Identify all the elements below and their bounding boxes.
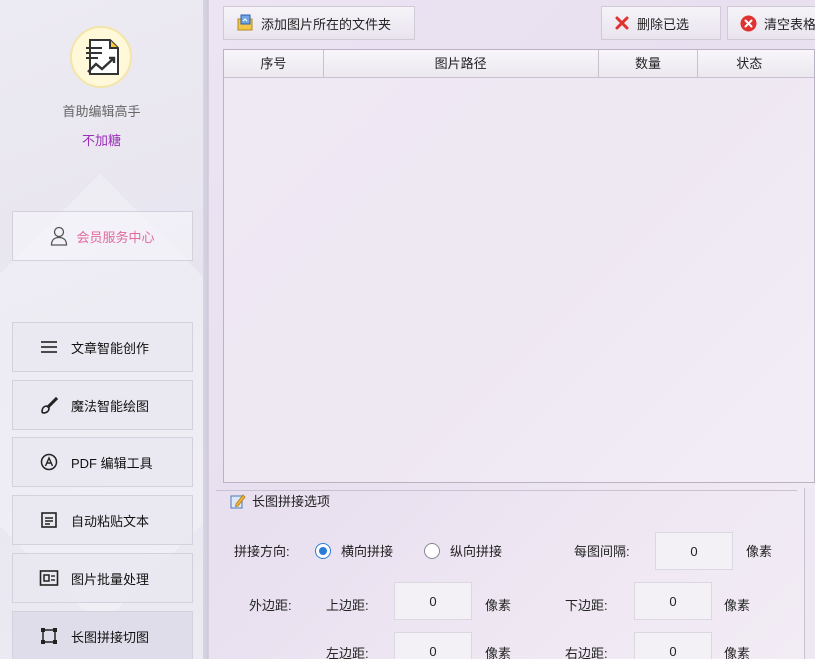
bottom-margin-unit: 像素 <box>724 598 751 613</box>
options-title: 长图拼接选项 <box>252 494 331 509</box>
column-header-path[interactable]: 图片路径 <box>324 50 599 78</box>
bottom-margin-input[interactable]: 0 <box>634 582 712 620</box>
sidebar-item-paste[interactable]: 自动粘贴文本 <box>12 495 193 545</box>
right-margin-input[interactable]: 0 <box>634 632 712 659</box>
secondary-panel-edge <box>804 488 815 659</box>
sidebar: 首助编辑高手 不加糖 会员服务中心 文章智能创作 魔法智能绘图 PDF 编辑工具… <box>0 0 209 659</box>
member-center-label: 会员服务中心 <box>76 229 155 245</box>
top-margin-unit: 像素 <box>485 598 512 613</box>
sidebar-item-drawing[interactable]: 魔法智能绘图 <box>12 380 193 430</box>
table-header: 序号 图片路径 数量 状态 <box>224 50 814 78</box>
menu-lines-icon <box>39 337 59 357</box>
sidebar-item-label: 自动粘贴文本 <box>71 513 150 529</box>
image-batch-icon <box>39 568 59 588</box>
column-header-status[interactable]: 状态 <box>698 50 814 78</box>
delete-selected-label: 删除已选 <box>637 16 690 32</box>
folder-add-icon <box>237 14 253 31</box>
clear-table-button[interactable]: 清空表格 <box>727 6 815 40</box>
options-header: 长图拼接选项 <box>226 489 334 512</box>
brush-icon <box>39 395 59 415</box>
gap-input[interactable]: 0 <box>655 532 733 570</box>
app-logo <box>70 26 132 88</box>
sidebar-item-label: PDF 编辑工具 <box>71 455 153 471</box>
image-table[interactable]: 序号 图片路径 数量 状态 <box>223 49 815 483</box>
vertical-label[interactable]: 纵向拼接 <box>450 541 502 560</box>
sidebar-item-label: 长图拼接切图 <box>71 629 150 645</box>
bottom-margin-label: 下边距: <box>565 598 608 613</box>
main-panel: 添加图片所在的文件夹 删除已选 清空表格 序号 图片路径 数量 状态 长图拼接选… <box>209 0 815 659</box>
stitch-options-panel: 长图拼接选项 拼接方向: 横向拼接 纵向拼接 每图间隔: 0 像素 外边距: 上… <box>216 490 797 659</box>
app-subtitle: 不加糖 <box>81 133 121 148</box>
app-name: 首助编辑高手 <box>62 104 141 119</box>
vertical-radio[interactable] <box>424 543 440 559</box>
left-margin-unit: 像素 <box>485 646 512 659</box>
margin-label: 外边距: <box>249 598 292 613</box>
top-margin-label: 上边距: <box>326 598 369 613</box>
gap-label: 每图间隔: <box>574 544 630 559</box>
add-folder-button[interactable]: 添加图片所在的文件夹 <box>223 6 415 40</box>
top-margin-input[interactable]: 0 <box>394 582 472 620</box>
sidebar-item-pdf[interactable]: PDF 编辑工具 <box>12 437 193 487</box>
column-header-index[interactable]: 序号 <box>224 50 324 78</box>
clear-table-label: 清空表格 <box>764 16 815 32</box>
sidebar-item-label: 魔法智能绘图 <box>71 398 150 414</box>
sidebar-item-article[interactable]: 文章智能创作 <box>12 322 193 372</box>
clear-circle-icon <box>740 15 757 31</box>
sidebar-item-label: 文章智能创作 <box>71 340 150 356</box>
user-icon <box>51 226 68 246</box>
left-margin-input[interactable]: 0 <box>394 632 472 659</box>
right-margin-label: 右边距: <box>565 646 608 659</box>
delete-selected-button[interactable]: 删除已选 <box>601 6 721 40</box>
direction-label: 拼接方向: <box>234 544 290 559</box>
left-margin-label: 左边距: <box>326 646 369 659</box>
sidebar-item-image-batch[interactable]: 图片批量处理 <box>12 553 193 603</box>
paste-text-icon <box>39 510 59 530</box>
member-center-button[interactable]: 会员服务中心 <box>12 211 193 261</box>
add-folder-label: 添加图片所在的文件夹 <box>261 16 392 32</box>
horizontal-radio[interactable] <box>315 543 331 559</box>
pdf-icon <box>39 452 59 472</box>
edit-doc-icon <box>230 493 246 508</box>
right-margin-unit: 像素 <box>724 646 751 659</box>
gap-unit: 像素 <box>746 544 773 559</box>
sidebar-item-label: 图片批量处理 <box>71 571 150 587</box>
sidebar-item-stitch[interactable]: 长图拼接切图 <box>12 611 193 659</box>
stitch-icon <box>39 626 59 646</box>
delete-x-icon <box>615 16 629 30</box>
horizontal-label[interactable]: 横向拼接 <box>341 541 393 560</box>
column-header-count[interactable]: 数量 <box>599 50 699 78</box>
